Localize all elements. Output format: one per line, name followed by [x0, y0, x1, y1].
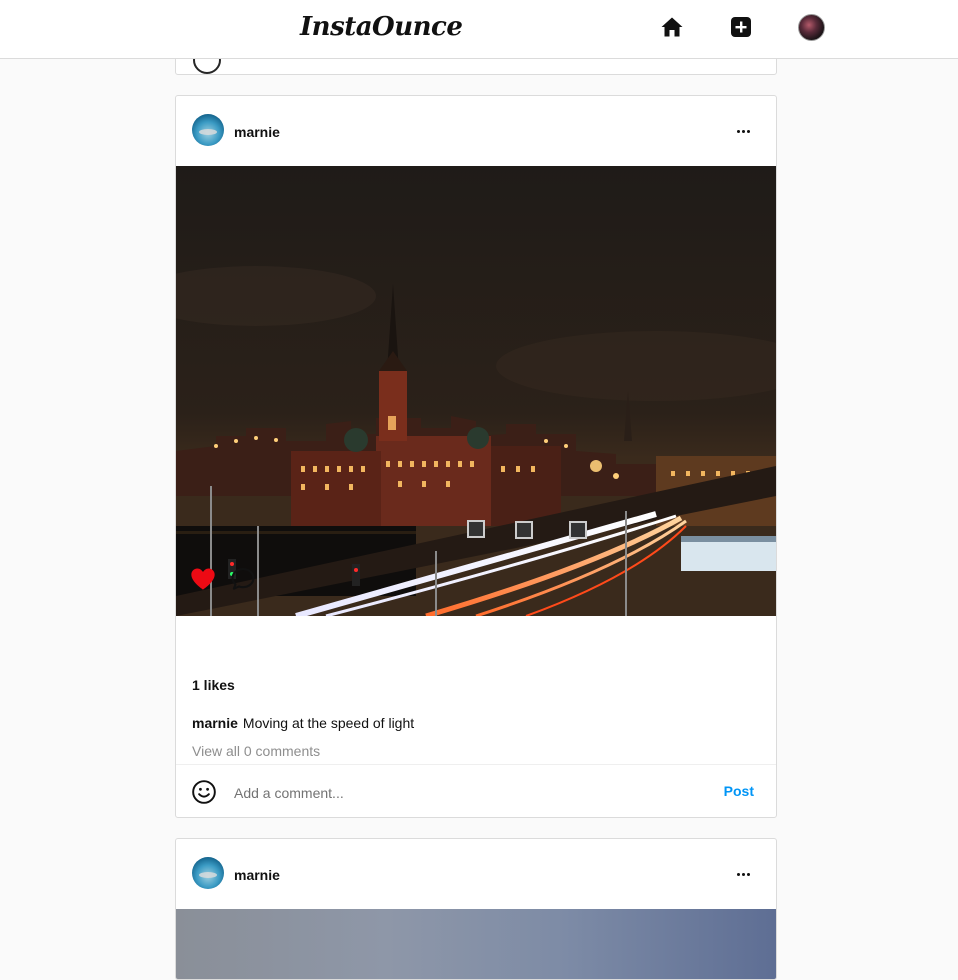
post-header: marnie: [176, 96, 776, 166]
post-header: marnie: [176, 839, 776, 909]
caption-username[interactable]: marnie: [192, 715, 238, 731]
comment-icon[interactable]: [229, 565, 257, 598]
post-image[interactable]: [176, 166, 776, 616]
avatar[interactable]: [192, 857, 224, 889]
comment-input[interactable]: [232, 779, 696, 807]
post-image[interactable]: [176, 909, 776, 979]
profile-avatar[interactable]: [798, 14, 825, 41]
new-post-icon[interactable]: [728, 14, 754, 40]
post-caption: marnie Moving at the speed of light: [192, 715, 414, 731]
view-comments-link[interactable]: View all 0 comments: [192, 743, 320, 759]
add-comment-bar: Post: [176, 764, 776, 817]
home-icon[interactable]: [659, 14, 685, 40]
post-comment-button[interactable]: Post: [724, 783, 754, 799]
like-heart-icon[interactable]: [189, 565, 217, 598]
likes-count[interactable]: 1 likes: [192, 677, 235, 693]
post-card: marnie: [175, 838, 777, 980]
caption-text: Moving at the speed of light: [242, 715, 415, 731]
more-options-button[interactable]: [730, 861, 756, 887]
avatar[interactable]: [192, 114, 224, 146]
post-card: marnie: [175, 95, 777, 818]
post-username[interactable]: marnie: [234, 124, 280, 140]
top-navbar: InstaOunce: [0, 0, 958, 59]
emoji-icon[interactable]: [191, 779, 217, 810]
more-options-button[interactable]: [730, 118, 756, 144]
post-username[interactable]: marnie: [234, 867, 280, 883]
app-logo[interactable]: InstaOunce: [300, 12, 463, 42]
